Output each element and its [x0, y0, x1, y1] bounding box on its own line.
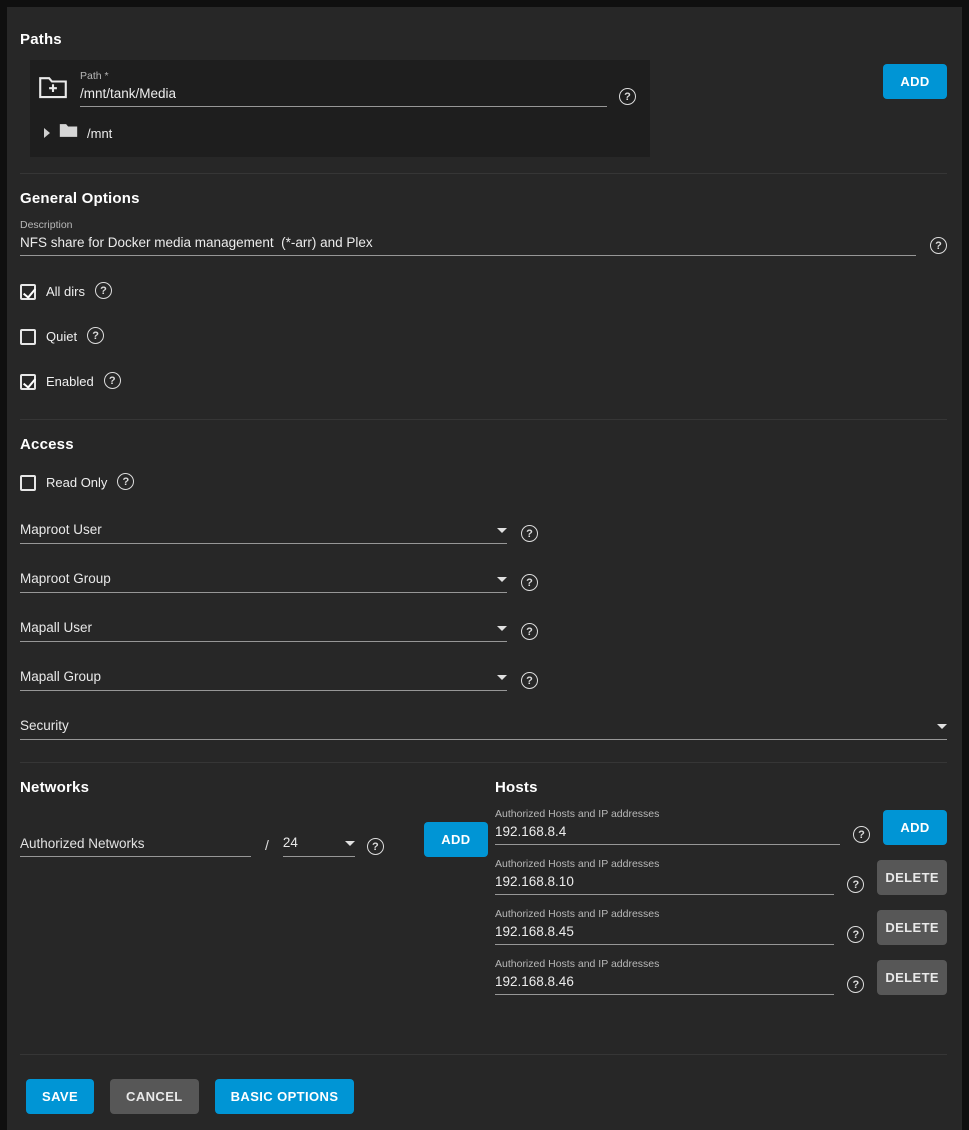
chevron-down-icon	[937, 724, 947, 729]
help-icon[interactable]: ?	[930, 237, 947, 254]
help-icon[interactable]: ?	[521, 574, 538, 591]
security-select[interactable]: Security	[20, 718, 947, 740]
help-icon[interactable]: ?	[847, 976, 864, 993]
host-field: Authorized Hosts and IP addresses	[495, 908, 834, 945]
enabled-label: Enabled	[46, 374, 94, 389]
host-input[interactable]	[495, 974, 834, 989]
help-icon[interactable]: ?	[521, 525, 538, 542]
general-options-title: General Options	[20, 190, 947, 207]
access-section: Access Read Only ? Maproot User ? Maproo…	[20, 419, 947, 762]
tree-item-mnt[interactable]: /mnt	[38, 123, 636, 143]
chevron-down-icon	[497, 528, 507, 533]
host-input[interactable]	[495, 824, 840, 839]
path-field: Path *	[80, 70, 607, 107]
access-title: Access	[20, 436, 947, 453]
form-actions: SAVE CANCEL BASIC OPTIONS	[20, 1054, 947, 1114]
mapall-group-row: Mapall Group ?	[20, 669, 947, 691]
help-icon[interactable]: ?	[521, 672, 538, 689]
host-field: Authorized Hosts and IP addresses	[495, 808, 840, 845]
help-icon[interactable]: ?	[117, 473, 134, 490]
folder-icon	[59, 123, 78, 143]
save-button[interactable]: SAVE	[26, 1079, 94, 1114]
enabled-checkbox[interactable]	[20, 374, 36, 390]
networks-title: Networks	[20, 779, 478, 796]
chevron-down-icon	[497, 626, 507, 631]
chevron-down-icon	[497, 577, 507, 582]
paths-section-title: Paths	[20, 31, 947, 48]
mapall-group-select[interactable]: Mapall Group	[20, 669, 507, 691]
host-row: Authorized Hosts and IP addresses ? DELE…	[495, 858, 947, 895]
delete-host-button[interactable]: DELETE	[877, 910, 947, 945]
quiet-row: Quiet ?	[20, 327, 947, 346]
add-path-button[interactable]: ADD	[883, 64, 947, 99]
read-only-label: Read Only	[46, 475, 107, 490]
host-row: Authorized Hosts and IP addresses ? ADD	[495, 808, 947, 845]
path-label: Path *	[80, 70, 607, 82]
path-input[interactable]	[80, 86, 607, 101]
delete-host-button[interactable]: DELETE	[877, 960, 947, 995]
help-icon[interactable]: ?	[521, 623, 538, 640]
path-explorer-panel: Path * ? /mnt	[30, 60, 650, 157]
host-field: Authorized Hosts and IP addresses	[495, 958, 834, 995]
host-row: Authorized Hosts and IP addresses ? DELE…	[495, 958, 947, 995]
networks-column: Networks / 24 ? ADD	[20, 773, 478, 1008]
all-dirs-row: All dirs ?	[20, 282, 947, 301]
add-host-button[interactable]: ADD	[883, 810, 947, 845]
enabled-row: Enabled ?	[20, 372, 947, 391]
help-icon[interactable]: ?	[847, 926, 864, 943]
help-icon[interactable]: ?	[847, 876, 864, 893]
basic-options-button[interactable]: BASIC OPTIONS	[215, 1079, 355, 1114]
nfs-share-form: Paths Path * ?	[7, 7, 962, 1130]
maproot-user-row: Maproot User ?	[20, 522, 947, 544]
maproot-group-select[interactable]: Maproot Group	[20, 571, 507, 593]
description-label: Description	[20, 219, 916, 231]
expand-icon[interactable]	[44, 128, 50, 138]
host-field: Authorized Hosts and IP addresses	[495, 858, 834, 895]
host-row: Authorized Hosts and IP addresses ? DELE…	[495, 908, 947, 945]
host-input[interactable]	[495, 924, 834, 939]
all-dirs-checkbox[interactable]	[20, 284, 36, 300]
help-icon[interactable]: ?	[104, 372, 121, 389]
networks-hosts-section: Networks / 24 ? ADD Hosts Authorized Hos…	[20, 762, 947, 1024]
chevron-down-icon	[497, 675, 507, 680]
all-dirs-label: All dirs	[46, 284, 85, 299]
quiet-label: Quiet	[46, 329, 77, 344]
description-field: Description	[20, 219, 916, 256]
cidr-separator: /	[265, 837, 269, 853]
host-input[interactable]	[495, 874, 834, 889]
mapall-user-select[interactable]: Mapall User	[20, 620, 507, 642]
help-icon[interactable]: ?	[619, 88, 636, 105]
help-icon[interactable]: ?	[95, 282, 112, 299]
cancel-button[interactable]: CANCEL	[110, 1079, 199, 1114]
hosts-column: Hosts Authorized Hosts and IP addresses …	[495, 773, 947, 1008]
description-input[interactable]	[20, 235, 916, 250]
authorized-networks-input[interactable]	[20, 836, 251, 851]
chevron-down-icon	[345, 841, 355, 846]
quiet-checkbox[interactable]	[20, 329, 36, 345]
read-only-row: Read Only ?	[20, 473, 947, 492]
authorized-networks-field	[20, 836, 251, 857]
add-folder-icon[interactable]	[38, 73, 68, 105]
read-only-checkbox[interactable]	[20, 475, 36, 491]
cidr-prefix-select[interactable]: 24	[283, 835, 355, 857]
maproot-user-select[interactable]: Maproot User	[20, 522, 507, 544]
tree-item-label: /mnt	[87, 126, 112, 141]
paths-section: Paths Path * ?	[20, 15, 947, 173]
general-options-section: General Options Description ? All dirs ?…	[20, 173, 947, 419]
help-icon[interactable]: ?	[87, 327, 104, 344]
add-network-button[interactable]: ADD	[424, 822, 488, 857]
mapall-user-row: Mapall User ?	[20, 620, 947, 642]
help-icon[interactable]: ?	[367, 838, 384, 855]
help-icon[interactable]: ?	[853, 826, 870, 843]
hosts-title: Hosts	[495, 779, 947, 796]
maproot-group-row: Maproot Group ?	[20, 571, 947, 593]
delete-host-button[interactable]: DELETE	[877, 860, 947, 895]
